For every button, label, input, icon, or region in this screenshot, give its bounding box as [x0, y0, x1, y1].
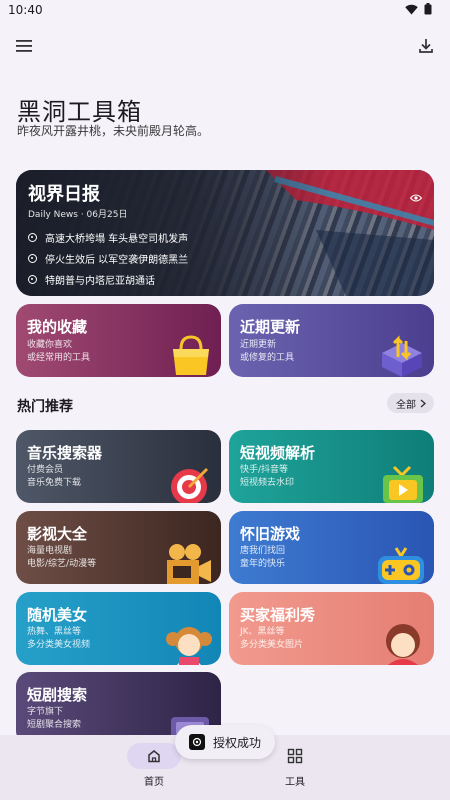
news-date: Daily News · 06月25日 — [28, 210, 128, 220]
card-title: 影视大全 — [27, 525, 88, 543]
nav-home-label: 首页 — [144, 777, 164, 788]
music-search-card[interactable]: 音乐搜索器 付费会员 音乐免费下载 — [16, 430, 221, 503]
card-desc: 热舞、黑丝等 — [27, 627, 82, 637]
view-all-label: 全部 — [396, 399, 416, 411]
page-subtitle: 昨夜风开露井桃，未央前殿月轮高。 — [17, 124, 210, 138]
nav-tools-label: 工具 — [285, 777, 305, 788]
toast: 授权成功 — [175, 725, 275, 759]
target-icon — [171, 467, 209, 503]
movies-card[interactable]: 影视大全 海量电视剧 电影/综艺/动漫等 — [16, 511, 221, 584]
app-logo-icon — [189, 734, 205, 750]
card-desc: 童年的快乐 — [240, 559, 286, 569]
card-title: 音乐搜索器 — [27, 444, 103, 462]
download-icon — [419, 39, 433, 53]
card-desc: 唐我们找回 — [240, 546, 286, 556]
nav-home-indicator — [127, 743, 181, 769]
woman-avatar-icon — [386, 624, 420, 665]
menu-icon — [16, 40, 32, 52]
section-title: 热门推荐 — [17, 399, 73, 415]
card-title: 近期更新 — [240, 318, 301, 336]
card-title: 短视频解析 — [240, 444, 316, 462]
film-camera-icon — [167, 544, 211, 584]
chevron-right-icon — [420, 398, 426, 408]
card-desc: 电影/综艺/动漫等 — [27, 559, 97, 569]
shopping-bag-icon — [173, 335, 209, 375]
download-button[interactable] — [414, 34, 438, 58]
card-desc: 或经常用的工具 — [27, 353, 91, 363]
card-title: 短剧搜索 — [27, 686, 88, 704]
daily-news-card[interactable]: 视界日报 Daily News · 06月25日 高速大桥垮塌 车头悬空司机发声… — [16, 170, 434, 296]
retro-games-card[interactable]: 怀旧游戏 唐我们找回 童年的快乐 — [229, 511, 434, 584]
home-icon — [148, 750, 160, 763]
bullet-icon — [28, 254, 37, 263]
eye-icon[interactable] — [410, 194, 422, 202]
buyer-welfare-card[interactable]: 买家福利秀 JK、黑丝等 多分类美女图片 — [229, 592, 434, 665]
card-title: 随机美女 — [27, 606, 88, 624]
nav-tools-indicator — [268, 743, 322, 769]
gamepad-icon — [378, 547, 424, 584]
card-desc: 字节旗下 — [27, 707, 64, 717]
news-title: 视界日报 — [28, 184, 100, 205]
grid-icon — [287, 748, 303, 764]
news-item[interactable]: 特朗普与内塔尼亚胡通话 — [28, 272, 155, 287]
card-desc: 或修复的工具 — [240, 353, 295, 363]
bullet-icon — [28, 233, 37, 242]
card-desc: 收藏你喜欢 — [27, 340, 73, 350]
news-item-text: 高速大桥垮塌 车头悬空司机发声 — [45, 234, 189, 245]
news-item[interactable]: 停火生效后 以军空袭伊朗德黑兰 — [28, 251, 188, 266]
short-video-parse-card[interactable]: 短视频解析 快手/抖音等 短视频去水印 — [229, 430, 434, 503]
card-title: 我的收藏 — [27, 318, 88, 336]
favorites-card[interactable]: 我的收藏 收藏你喜欢 或经常用的工具 — [16, 304, 221, 377]
girl-avatar-icon — [166, 627, 212, 665]
card-desc: 多分类美女视频 — [27, 640, 91, 650]
card-title: 怀旧游戏 — [240, 525, 301, 543]
card-desc: 多分类美女图片 — [240, 640, 304, 650]
status-time: 10:40 — [8, 3, 43, 17]
status-icons — [405, 3, 432, 15]
bullet-icon — [28, 275, 37, 284]
news-item[interactable]: 高速大桥垮塌 车头悬空司机发声 — [28, 230, 188, 245]
view-all-button[interactable]: 全部 — [387, 393, 434, 413]
card-desc: 海量电视剧 — [27, 546, 73, 556]
card-desc: 付费会员 — [27, 465, 64, 475]
news-item-text: 特朗普与内塔尼亚胡通话 — [45, 276, 155, 287]
card-desc: 快手/抖音等 — [240, 465, 289, 475]
battery-icon — [424, 3, 432, 15]
toast-message: 授权成功 — [213, 735, 262, 750]
card-desc: 近期更新 — [240, 340, 277, 350]
update-box-icon — [382, 335, 422, 377]
wifi-icon — [405, 4, 418, 14]
random-beauty-card[interactable]: 随机美女 热舞、黑丝等 多分类美女视频 — [16, 592, 221, 665]
card-desc: 短视频去水印 — [240, 478, 295, 488]
status-bar: 10:40 — [0, 0, 450, 22]
recent-updates-card[interactable]: 近期更新 近期更新 或修复的工具 — [229, 304, 434, 377]
tv-play-icon — [383, 465, 423, 503]
news-item-text: 停火生效后 以军空袭伊朗德黑兰 — [45, 255, 189, 266]
card-title: 买家福利秀 — [240, 606, 316, 624]
card-desc: JK、黑丝等 — [240, 627, 285, 637]
card-desc: 短剧聚合搜索 — [27, 720, 82, 730]
menu-button[interactable] — [12, 34, 36, 58]
card-desc: 音乐免费下载 — [27, 478, 82, 488]
